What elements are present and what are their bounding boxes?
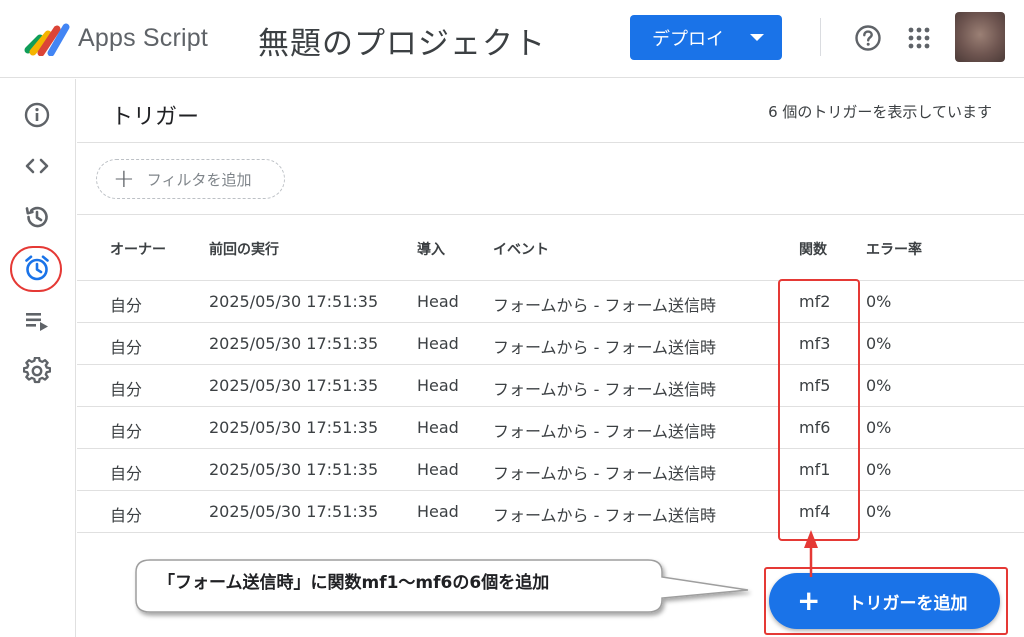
- sidebar-item-history[interactable]: [22, 202, 52, 232]
- triggers-page: トリガー 6 個のトリガーを表示しています + フィルタを追加 オーナー 前回の…: [77, 79, 1024, 637]
- table-row[interactable]: 自分 2025/05/30 17:51:35 Head フォームから - フォー…: [77, 449, 1024, 491]
- last-run-cell: 2025/05/30 17:51:35: [209, 376, 379, 395]
- caret-down-icon: [750, 34, 764, 41]
- table-header: オーナー 前回の実行 導入 イベント 関数 エラー率: [77, 215, 1024, 281]
- top-app-bar: Apps Script 無題のプロジェクト デプロイ: [0, 0, 1024, 78]
- deploy-button-label: デプロイ: [652, 28, 724, 50]
- error-rate-cell: 0%: [866, 460, 892, 479]
- last-run-cell: 2025/05/30 17:51:35: [209, 292, 379, 311]
- column-header-owner[interactable]: オーナー: [110, 239, 166, 259]
- column-header-event[interactable]: イベント: [493, 239, 549, 259]
- info-icon: [24, 102, 50, 128]
- toolbar-divider: [820, 18, 821, 56]
- event-cell: フォームから - フォーム送信時: [493, 338, 716, 357]
- add-filter-label: フィルタを追加: [146, 170, 252, 189]
- deployment-cell: Head: [417, 418, 459, 437]
- page-title: トリガー: [111, 105, 200, 130]
- event-cell: フォームから - フォーム送信時: [493, 296, 716, 315]
- trigger-count-text: 6 個のトリガーを表示しています: [768, 103, 992, 121]
- google-apps-grid-icon[interactable]: [907, 26, 931, 50]
- event-cell: フォームから - フォーム送信時: [493, 380, 716, 399]
- last-run-cell: 2025/05/30 17:51:35: [209, 460, 379, 479]
- owner-cell: 自分: [110, 380, 143, 399]
- project-title[interactable]: 無題のプロジェクト: [258, 18, 546, 63]
- column-header-last-run[interactable]: 前回の実行: [209, 239, 279, 259]
- account-avatar[interactable]: [955, 12, 1005, 62]
- gear-icon: [23, 357, 51, 384]
- error-rate-cell: 0%: [866, 376, 892, 395]
- header-divider: [77, 142, 1024, 143]
- deploy-button[interactable]: デプロイ: [630, 15, 782, 60]
- callout-text: 「フォーム送信時」に関数mf1～mf6の6個を追加: [158, 573, 550, 593]
- triggers-table: オーナー 前回の実行 導入 イベント 関数 エラー率 自分 2025/05/30…: [77, 215, 1024, 533]
- owner-cell: 自分: [110, 506, 143, 525]
- apps-script-logo-icon[interactable]: [24, 20, 72, 56]
- error-rate-cell: 0%: [866, 292, 892, 311]
- table-row[interactable]: 自分 2025/05/30 17:51:35 Head フォームから - フォー…: [77, 323, 1024, 365]
- table-row[interactable]: 自分 2025/05/30 17:51:35 Head フォームから - フォー…: [77, 491, 1024, 533]
- last-run-cell: 2025/05/30 17:51:35: [209, 502, 379, 521]
- triggers-highlight-ring: [10, 246, 62, 292]
- error-rate-cell: 0%: [866, 334, 892, 353]
- app-name[interactable]: Apps Script: [78, 24, 208, 53]
- playlist-icon: [26, 313, 48, 331]
- add-trigger-label: トリガーを追加: [848, 593, 968, 614]
- column-header-error-rate[interactable]: エラー率: [866, 239, 922, 259]
- side-navigation-rail: [0, 79, 76, 637]
- deployment-cell: Head: [417, 334, 459, 353]
- add-trigger-button[interactable]: + トリガーを追加: [769, 573, 1000, 629]
- event-cell: フォームから - フォーム送信時: [493, 422, 716, 441]
- column-header-function[interactable]: 関数: [799, 239, 827, 259]
- sidebar-item-settings[interactable]: [22, 356, 52, 386]
- error-rate-cell: 0%: [866, 502, 892, 521]
- column-header-deployment[interactable]: 導入: [417, 239, 445, 259]
- plus-icon: +: [113, 164, 135, 194]
- plus-icon: +: [797, 584, 821, 617]
- owner-cell: 自分: [110, 422, 143, 441]
- function-column-highlight: [778, 279, 860, 541]
- event-cell: フォームから - フォーム送信時: [493, 464, 716, 483]
- deployment-cell: Head: [417, 376, 459, 395]
- help-icon[interactable]: [854, 24, 882, 52]
- deployment-cell: Head: [417, 502, 459, 521]
- error-rate-cell: 0%: [866, 418, 892, 437]
- owner-cell: 自分: [110, 464, 143, 483]
- table-row[interactable]: 自分 2025/05/30 17:51:35 Head フォームから - フォー…: [77, 407, 1024, 449]
- sidebar-item-editor[interactable]: [22, 151, 52, 181]
- owner-cell: 自分: [110, 338, 143, 357]
- history-icon: [25, 206, 48, 228]
- add-filter-chip[interactable]: + フィルタを追加: [96, 159, 285, 199]
- owner-cell: 自分: [110, 296, 143, 315]
- table-row[interactable]: 自分 2025/05/30 17:51:35 Head フォームから - フォー…: [77, 281, 1024, 323]
- sidebar-item-overview[interactable]: [22, 100, 52, 130]
- sidebar-item-executions[interactable]: [22, 306, 52, 336]
- table-row[interactable]: 自分 2025/05/30 17:51:35 Head フォームから - フォー…: [77, 365, 1024, 407]
- last-run-cell: 2025/05/30 17:51:35: [209, 418, 379, 437]
- last-run-cell: 2025/05/30 17:51:35: [209, 334, 379, 353]
- code-icon: [25, 158, 49, 174]
- deployment-cell: Head: [417, 460, 459, 479]
- deployment-cell: Head: [417, 292, 459, 311]
- event-cell: フォームから - フォーム送信時: [493, 506, 716, 525]
